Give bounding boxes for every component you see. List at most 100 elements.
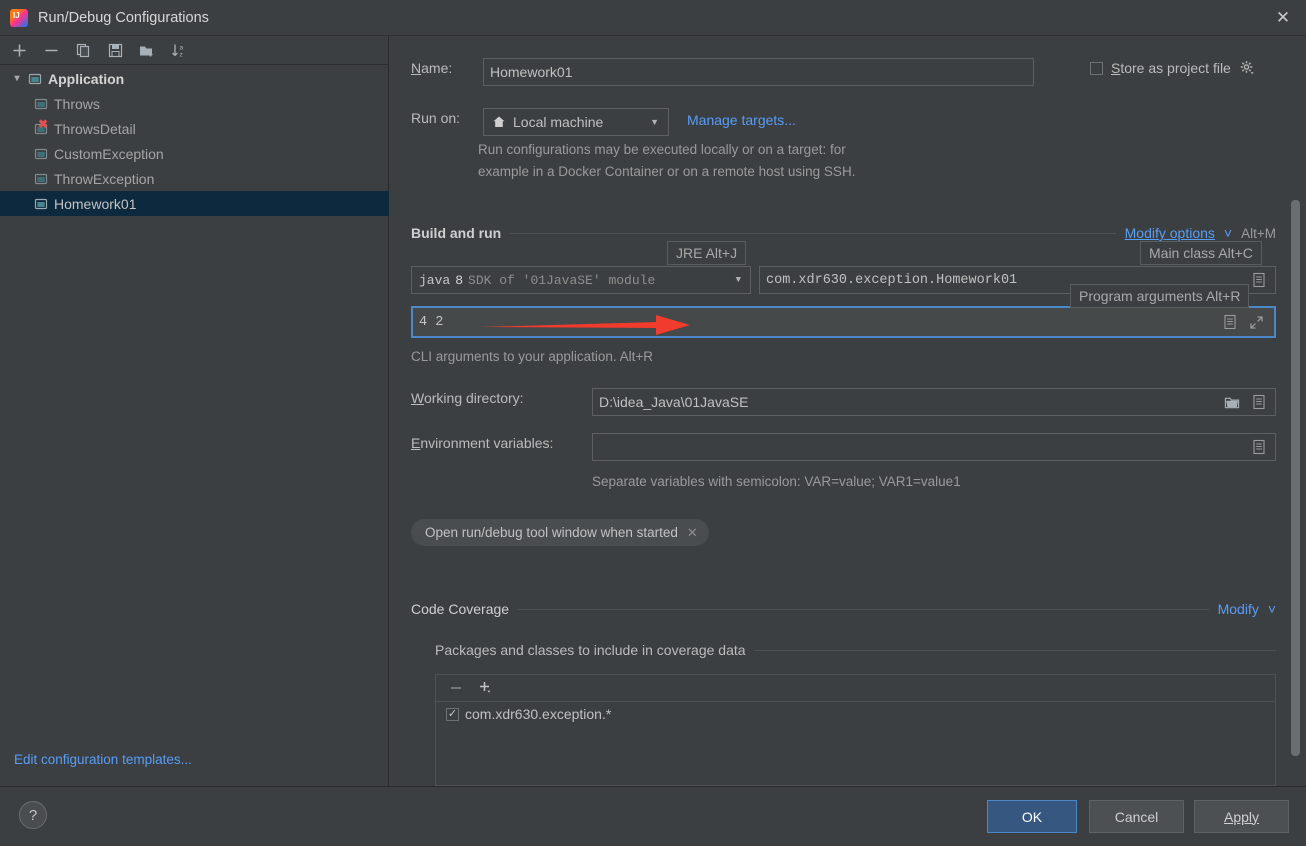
name-input[interactable]: Homework01	[483, 58, 1034, 86]
name-label: Name:	[411, 60, 453, 76]
jre-tooltip: JRE Alt+J	[667, 241, 747, 265]
minus-icon[interactable]	[448, 680, 464, 696]
form-scrollbar[interactable]	[1291, 200, 1300, 756]
run-on-description-line-2: example in a Docker Container or on a re…	[478, 164, 856, 179]
run-debug-configurations-dialog: Run/Debug Configurations ✕	[0, 0, 1306, 846]
minus-icon[interactable]	[41, 40, 61, 60]
jre-dropdown[interactable]: java 8 SDK of '01JavaSE' module ▼	[411, 266, 751, 294]
code-coverage-modify-link[interactable]: Modify	[1218, 601, 1259, 617]
copy-icon[interactable]	[73, 40, 93, 60]
modify-options-shortcut: Alt+M	[1241, 225, 1276, 241]
svg-text:z: z	[180, 51, 183, 58]
home-icon	[491, 114, 507, 130]
working-directory-row: Working directory:	[411, 390, 524, 406]
program-arguments-tooltip: Program arguments Alt+R	[1070, 284, 1250, 308]
working-directory-input[interactable]: D:\idea_Java\01JavaSE	[592, 388, 1276, 416]
tree-item-throws[interactable]: Throws	[0, 91, 389, 116]
configurations-tree: ▾ Application Throws ✖ ThrowsDetail Cust…	[0, 66, 389, 216]
gear-icon[interactable]	[1239, 60, 1255, 76]
store-as-project-file-row[interactable]: Store as project file	[1090, 60, 1255, 76]
run-on-label: Run on:	[411, 110, 461, 126]
close-icon[interactable]: ✕	[1260, 0, 1306, 35]
section-divider	[518, 608, 1209, 610]
coverage-item-checkbox[interactable]: ✓	[446, 707, 459, 721]
configuration-form: Name: Homework01 Store as project file R…	[390, 36, 1306, 786]
coverage-packages-title: Packages and classes to include in cover…	[435, 642, 746, 658]
save-icon[interactable]	[105, 40, 125, 60]
tree-item-label: Throws	[54, 95, 100, 112]
section-divider	[754, 649, 1276, 651]
main-class-tooltip: Main class Alt+C	[1140, 241, 1262, 265]
application-icon	[33, 196, 49, 212]
dialog-footer: ? OK Cancel Apply	[0, 786, 1306, 846]
run-on-value: Local machine	[513, 114, 604, 130]
coverage-list-item[interactable]: ✓ com.xdr630.exception.*	[436, 702, 1275, 726]
section-divider	[510, 232, 1116, 234]
window-title: Run/Debug Configurations	[38, 9, 209, 26]
store-as-project-file-checkbox[interactable]	[1090, 61, 1103, 75]
plus-dropdown-icon[interactable]	[478, 680, 494, 696]
environment-variables-hint: Separate variables with semicolon: VAR=v…	[592, 474, 961, 489]
macro-icon[interactable]	[1251, 394, 1267, 410]
tree-item-customexception[interactable]: CustomException	[0, 141, 389, 166]
chevron-down-icon[interactable]: ˅	[1268, 601, 1276, 617]
open-run-debug-tool-window-chip[interactable]: Open run/debug tool window when started …	[411, 519, 709, 546]
code-coverage-section-header: Code Coverage Modify ˅	[411, 601, 1276, 617]
jre-value-prefix: java	[419, 272, 451, 288]
application-icon	[27, 71, 43, 87]
tree-item-label: CustomException	[54, 145, 164, 162]
title-bar: Run/Debug Configurations ✕	[0, 0, 1306, 36]
cli-arguments-hint: CLI arguments to your application. Alt+R	[411, 349, 654, 364]
expand-editor-icon[interactable]	[1248, 314, 1264, 330]
tree-group-application[interactable]: ▾ Application	[0, 66, 389, 91]
cancel-button[interactable]: Cancel	[1089, 800, 1184, 833]
chevron-down-icon[interactable]: ▾	[10, 72, 24, 86]
environment-variables-input[interactable]	[592, 433, 1276, 461]
macro-icon[interactable]	[1222, 314, 1238, 330]
apply-label: Apply	[1223, 808, 1260, 825]
tree-group-label: Application	[48, 70, 125, 87]
program-arguments-input[interactable]: 4 2	[411, 306, 1276, 338]
close-icon[interactable]: ✕	[687, 525, 698, 541]
coverage-packages-subsection-header: Packages and classes to include in cover…	[435, 642, 1276, 658]
coverage-list-toolbar	[436, 675, 1275, 702]
working-directory-label: Working directory:	[411, 390, 524, 406]
tree-item-throwsdetail[interactable]: ✖ ThrowsDetail	[0, 116, 389, 141]
sidebar-toolbar: a z	[0, 36, 389, 65]
help-icon[interactable]: ?	[19, 801, 47, 829]
chevron-down-icon[interactable]: ▼	[645, 117, 664, 127]
folder-icon[interactable]	[1224, 394, 1240, 410]
macro-icon[interactable]	[1251, 439, 1267, 455]
tree-item-label: ThrowException	[54, 170, 155, 187]
jre-value-version: 8	[455, 272, 464, 288]
manage-targets-link[interactable]: Manage targets...	[687, 112, 796, 128]
run-on-dropdown[interactable]: Local machine ▼	[483, 108, 669, 136]
tree-item-throwexception[interactable]: ThrowException	[0, 166, 389, 191]
plus-icon[interactable]	[9, 40, 29, 60]
run-on-description-line-1: Run configurations may be executed local…	[478, 142, 846, 157]
working-directory-value: D:\idea_Java\01JavaSE	[599, 394, 749, 410]
chip-label: Open run/debug tool window when started	[425, 525, 678, 540]
name-row: Name:	[411, 60, 452, 76]
code-coverage-title: Code Coverage	[411, 601, 510, 617]
modify-options-link[interactable]: Modify options	[1125, 225, 1215, 241]
macro-icon[interactable]	[1251, 272, 1267, 288]
environment-variables-row: Environment variables:	[411, 435, 553, 451]
apply-button[interactable]: Apply	[1194, 800, 1289, 833]
configurations-sidebar: a z ▾ Application Throws ✖ ThrowsDetail …	[0, 36, 389, 786]
run-on-row: Run on:	[411, 110, 460, 126]
new-folder-icon[interactable]	[137, 40, 157, 60]
chevron-down-icon[interactable]: ˅	[1224, 225, 1232, 241]
coverage-packages-list: ✓ com.xdr630.exception.*	[435, 674, 1276, 786]
build-and-run-section-header: Build and run Modify options ˅ Alt+M	[411, 225, 1276, 241]
chevron-down-icon[interactable]: ▼	[731, 275, 746, 285]
tree-item-label: ThrowsDetail	[54, 120, 136, 137]
jre-value-suffix: SDK of '01JavaSE' module	[468, 272, 656, 288]
tree-item-homework01[interactable]: Homework01	[0, 191, 389, 216]
sort-alpha-icon[interactable]: a z	[169, 40, 189, 60]
main-class-value: com.xdr630.exception.Homework01	[766, 272, 1018, 288]
application-icon	[33, 146, 49, 162]
ok-button[interactable]: OK	[987, 800, 1077, 833]
edit-configuration-templates-link[interactable]: Edit configuration templates...	[14, 752, 192, 767]
application-icon	[33, 171, 49, 187]
